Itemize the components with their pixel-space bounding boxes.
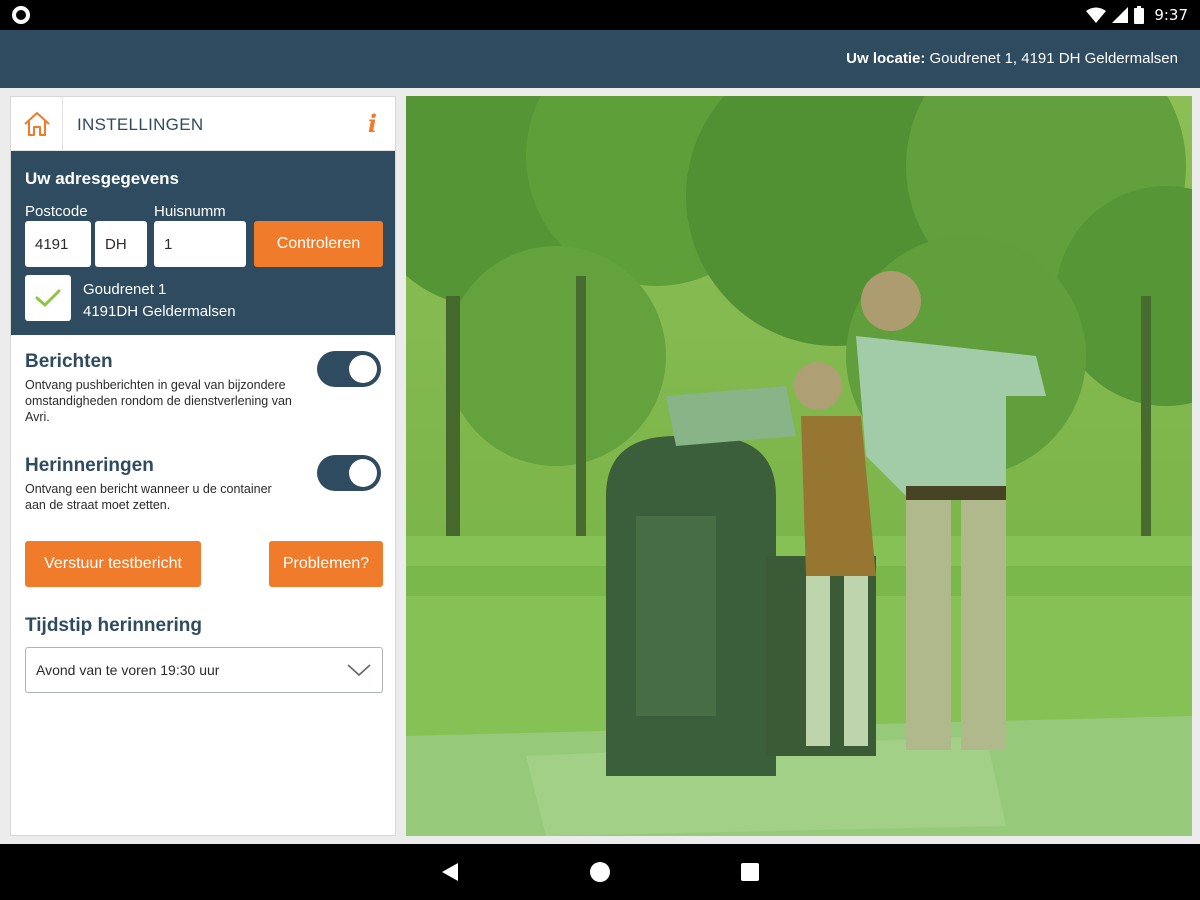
address-result-city: 4191DH Geldermalsen xyxy=(83,303,236,320)
herinneringen-description: Ontvang een bericht wanneer u de contain… xyxy=(25,482,272,512)
reminder-time-value: Avond van te voren 19:30 uur xyxy=(36,662,220,678)
huisnummer-input[interactable]: 1 xyxy=(154,221,246,267)
family-with-waste-container-image xyxy=(406,96,1192,836)
problems-button[interactable]: Problemen? xyxy=(269,541,383,587)
notification-icon xyxy=(12,6,30,24)
home-button[interactable] xyxy=(11,97,63,151)
battery-icon xyxy=(1134,6,1145,24)
reminder-time-title: Tijdstip herinnering xyxy=(25,615,202,636)
address-title: Uw adresgegevens xyxy=(25,169,180,188)
back-icon[interactable] xyxy=(440,862,460,882)
address-section: Uw adresgegevens Postcode Huisnumm 4191 … xyxy=(11,151,395,335)
system-icons: 9:37 xyxy=(1086,5,1188,25)
clock: 9:37 xyxy=(1154,6,1188,24)
herinneringen-toggle[interactable] xyxy=(317,455,381,491)
location-value: Goudrenet 1, 4191 DH Geldermalsen xyxy=(925,50,1179,67)
home-icon xyxy=(23,112,50,136)
chevron-down-icon xyxy=(347,664,371,677)
postcode-letters-input[interactable]: DH xyxy=(95,221,147,267)
info-icon[interactable]: i xyxy=(368,109,377,138)
address-result-street: Goudrenet 1 xyxy=(83,281,167,298)
wifi-icon xyxy=(1086,7,1107,23)
berichten-description: Ontvang pushberichten in geval van bijzo… xyxy=(25,378,292,424)
herinneringen-setting: Herinneringen Ontvang een bericht wannee… xyxy=(25,455,381,513)
recents-icon[interactable] xyxy=(741,863,759,881)
reminder-time-select[interactable]: Avond van te voren 19:30 uur xyxy=(25,647,383,693)
settings-panel: INSTELLINGEN i Uw adresgegevens Postcode… xyxy=(10,96,396,836)
current-location: Uw locatie: Goudrenet 1, 4191 DH Gelderm… xyxy=(846,50,1178,67)
address-result: Goudrenet 1 4191DH Geldermalsen xyxy=(83,279,236,323)
status-bar: 9:37 xyxy=(0,0,1200,30)
page-title: INSTELLINGEN xyxy=(77,115,204,134)
location-label: Uw locatie: xyxy=(846,50,926,67)
toggle-knob xyxy=(349,355,377,383)
checkmark-icon xyxy=(35,289,61,308)
send-test-message-button[interactable]: Verstuur testbericht xyxy=(25,541,201,587)
system-nav-bar xyxy=(0,844,1200,900)
address-verified-indicator xyxy=(25,275,71,321)
berichten-toggle[interactable] xyxy=(317,351,381,387)
postcode-digits-input[interactable]: 4191 xyxy=(25,221,91,267)
postcode-label: Postcode xyxy=(25,203,88,220)
signal-icon xyxy=(1112,7,1129,23)
check-address-button[interactable]: Controleren xyxy=(254,221,383,267)
hero-photo xyxy=(406,96,1192,836)
berichten-setting: Berichten Ontvang pushberichten in geval… xyxy=(25,351,381,425)
huisnummer-label: Huisnumm xyxy=(154,203,226,220)
toggle-knob xyxy=(349,459,377,487)
home-circle-icon[interactable] xyxy=(590,862,610,882)
app-bar: Uw locatie: Goudrenet 1, 4191 DH Gelderm… xyxy=(0,30,1200,88)
panel-header: INSTELLINGEN i xyxy=(11,97,395,151)
